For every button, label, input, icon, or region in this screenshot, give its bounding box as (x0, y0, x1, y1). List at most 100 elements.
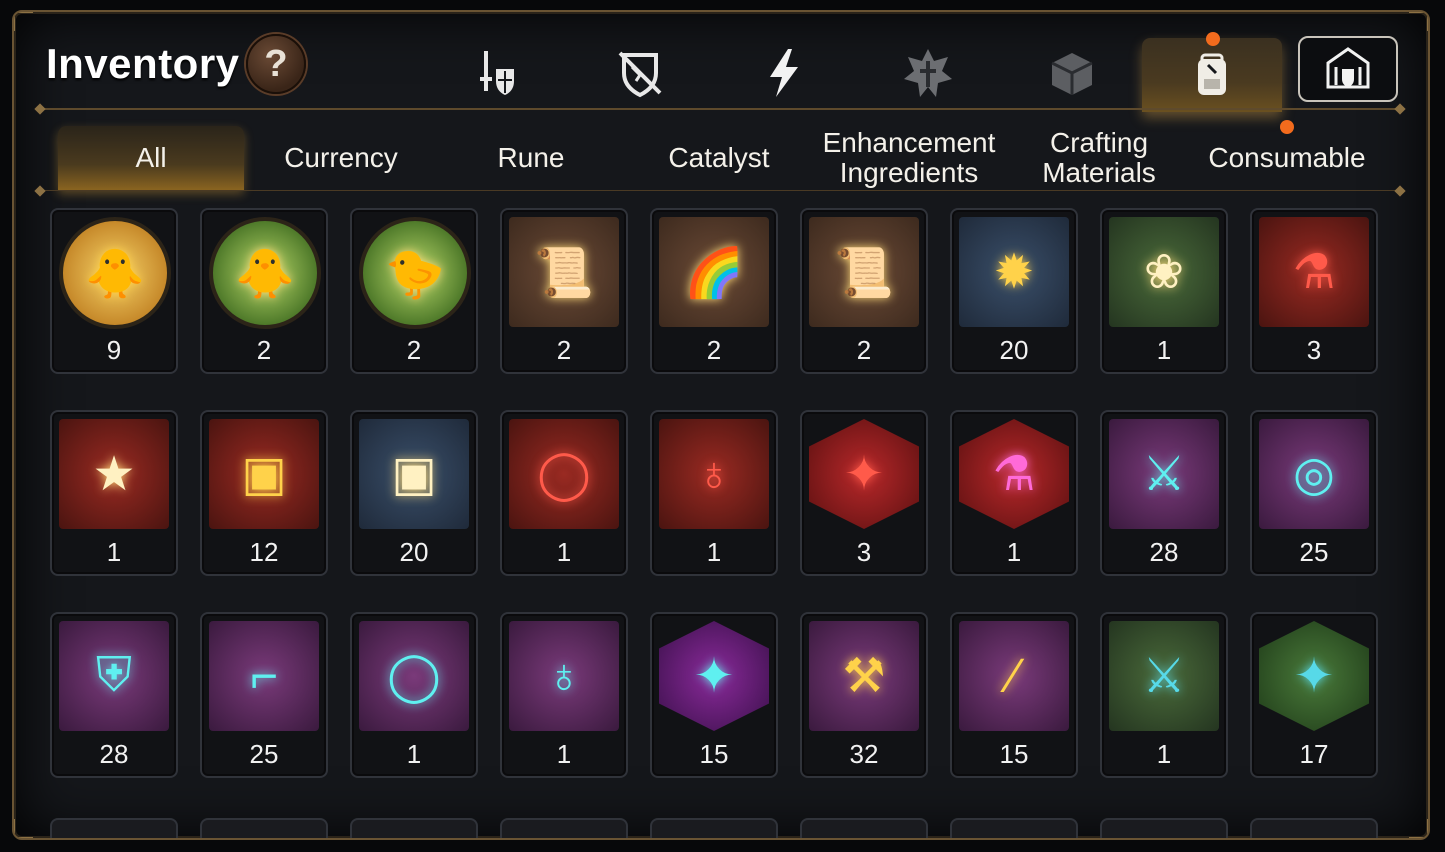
gold-chest-icon: ▣ (209, 419, 319, 529)
item-glyph: ⛨ (95, 649, 132, 702)
item-slot[interactable]: ◯ 1 (500, 410, 628, 576)
tab-currency[interactable]: Currency (248, 126, 434, 190)
divider-ornament (34, 103, 46, 115)
item-quantity: 2 (856, 335, 872, 365)
item-glyph: ▣ (241, 448, 287, 501)
tab-rune[interactable]: Rune (438, 126, 624, 190)
item-slot[interactable]: ⚔ 28 (1100, 410, 1228, 576)
item-slot-partial[interactable] (800, 818, 928, 838)
item-glyph: ★ (92, 448, 136, 501)
item-quantity: 1 (1156, 739, 1172, 769)
item-slot[interactable]: ◯ 1 (350, 612, 478, 778)
item-slot[interactable]: ✦ 3 (800, 410, 928, 576)
tab-crafting-materials[interactable]: Crafting Materials (1006, 126, 1192, 190)
lightning-icon[interactable] (746, 38, 822, 108)
item-slot-partial[interactable] (650, 818, 778, 838)
item-slot[interactable]: ✦ 15 (650, 612, 778, 778)
item-slot[interactable]: ♁ 1 (650, 410, 778, 576)
item-glyph: ✦ (693, 650, 735, 703)
item-quantity: 3 (856, 537, 872, 567)
item-slot[interactable]: ⚔ 1 (1100, 612, 1228, 778)
item-slot[interactable]: 📜 2 (800, 208, 928, 374)
item-slot[interactable]: ❀ 1 (1100, 208, 1228, 374)
item-quantity: 28 (99, 739, 129, 769)
cross-emblem-icon[interactable] (890, 38, 966, 108)
sword-shield-icon[interactable] (458, 38, 534, 108)
scroll-upgrade-icon: 📜 (509, 217, 619, 327)
item-glyph: ⚗ (1292, 246, 1336, 299)
item-slot[interactable]: ♁ 1 (500, 612, 628, 778)
item-slot[interactable]: ⚒ 32 (800, 612, 928, 778)
notification-dot (1206, 32, 1220, 46)
item-glyph: ⚗ (992, 448, 1036, 501)
item-slot-partial[interactable] (950, 818, 1078, 838)
stone-sword-rune-icon: ⚔ (1109, 621, 1219, 731)
item-quantity: 20 (999, 335, 1029, 365)
item-quantity: 1 (106, 537, 122, 567)
item-slot[interactable]: ✹ 20 (950, 208, 1078, 374)
help-button[interactable]: ? (246, 34, 306, 94)
item-quantity: 17 (1299, 739, 1329, 769)
item-glyph: ⌐ (249, 649, 279, 703)
item-slot[interactable]: ◎ 25 (1250, 410, 1378, 576)
item-slot[interactable]: ⚗ 1 (950, 410, 1078, 576)
item-slot-partial[interactable] (200, 818, 328, 838)
item-quantity: 25 (1299, 537, 1329, 567)
item-quantity: 1 (406, 739, 422, 769)
armory-icon[interactable] (1298, 36, 1398, 102)
broken-shield-icon[interactable] (602, 38, 678, 108)
item-glyph: 🌈 (684, 246, 744, 300)
item-slot-partial[interactable] (50, 818, 178, 838)
item-slot[interactable]: 🐥 9 (50, 208, 178, 374)
item-slot[interactable]: ⚗ 3 (1250, 208, 1378, 374)
tab-catalyst[interactable]: Catalyst (626, 126, 812, 190)
item-glyph: ⚒ (842, 650, 886, 703)
teal-armor-rune-icon: ⛨ (59, 621, 169, 731)
page-title: Inventory (46, 40, 240, 87)
gold-crystal-icon: ✹ (959, 217, 1069, 327)
golden-chick-icon: 🐥 (59, 217, 171, 329)
frame-corner (1409, 819, 1428, 838)
item-slot-partial[interactable] (500, 818, 628, 838)
teal-sword-rune-icon: ⚔ (1109, 419, 1219, 529)
item-slot[interactable]: ⁄ 15 (950, 612, 1078, 778)
backpack-icon[interactable] (1142, 38, 1282, 112)
tab-enhancement-ingredients[interactable]: Enhancement Ingredients (816, 126, 1002, 190)
item-glyph: ◯ (537, 448, 591, 501)
item-slot-partial[interactable] (1100, 818, 1228, 838)
item-slot-partial[interactable] (1250, 818, 1378, 838)
item-quantity: 1 (556, 739, 572, 769)
item-slot[interactable]: ★ 1 (50, 410, 178, 576)
item-slot[interactable]: ⛨ 28 (50, 612, 178, 778)
item-quantity: 9 (106, 335, 122, 365)
item-slot[interactable]: ⌐ 25 (200, 612, 328, 778)
red-potion-icon: ⚗ (1259, 217, 1369, 327)
red-ring-rune-icon: ◯ (509, 419, 619, 529)
item-slot[interactable]: ✦ 17 (1250, 612, 1378, 778)
item-slot[interactable]: ▣ 12 (200, 410, 328, 576)
teal-necklace-rune-icon: ♁ (509, 621, 619, 731)
item-slot-partial[interactable] (350, 818, 478, 838)
item-slot[interactable]: 📜 2 (500, 208, 628, 374)
divider (40, 190, 1400, 191)
cube-icon[interactable] (1034, 38, 1110, 108)
item-quantity: 28 (1149, 537, 1179, 567)
item-glyph: 🐥 (85, 247, 145, 301)
tab-consumable[interactable]: Consumable (1194, 126, 1380, 190)
stone-star-rune-icon: ✦ (1259, 621, 1369, 731)
item-slot[interactable]: 🐥 2 (200, 208, 328, 374)
silver-chest-icon: ▣ (359, 419, 469, 529)
item-glyph: ▣ (391, 448, 437, 501)
item-slot[interactable]: ▣ 20 (350, 410, 478, 576)
item-quantity: 32 (849, 739, 879, 769)
item-glyph: ⚔ (1142, 650, 1186, 703)
frame-corner (1409, 12, 1428, 31)
item-slot[interactable]: 🐤 2 (350, 208, 478, 374)
item-quantity: 1 (556, 537, 572, 567)
item-quantity: 3 (1306, 335, 1322, 365)
teal-ring-rune-icon: ◯ (359, 621, 469, 731)
red-necklace-rune-icon: ♁ (659, 419, 769, 529)
yellow-chick-icon: 🐥 (209, 217, 321, 329)
tab-all[interactable]: All (58, 126, 244, 190)
item-slot[interactable]: 🌈 2 (650, 208, 778, 374)
